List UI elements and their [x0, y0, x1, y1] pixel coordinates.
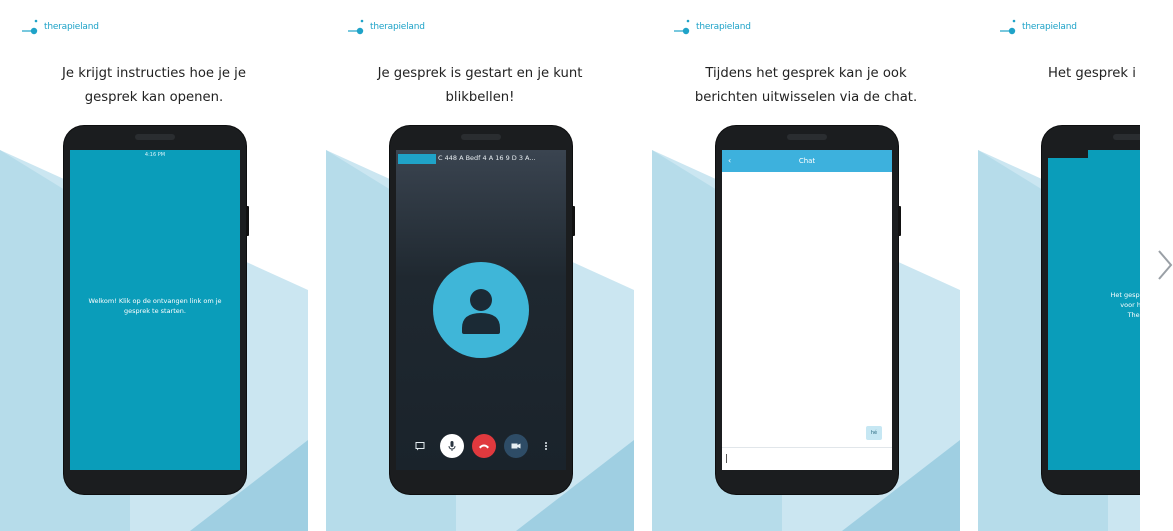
logo-text: therapieland	[370, 22, 425, 32]
screenshot-carousel: therapieland Je krijgt instructies hoe j…	[0, 0, 1140, 531]
call-top-bar: C 448 A Bedf 4 A 16 9 D 3 A...	[396, 150, 566, 172]
message-line-3: Therap	[1127, 311, 1140, 319]
user-silhouette-icon	[462, 289, 500, 334]
screenshot-card-4[interactable]: therapieland Het gesprek i Het gesprek i…	[978, 0, 1140, 531]
phone-screen-ended: Het gesprek is be voor het ge Therap	[1048, 150, 1140, 470]
caller-avatar	[433, 262, 529, 358]
phone-mockup: ‹ Chat hé	[716, 126, 901, 494]
card-caption: Tijdens het gesprek kan je ook berichten…	[652, 62, 960, 110]
text-caret	[726, 454, 727, 463]
phone-screen-welcome: 4:16 PM Welkom! Klik op de ontvangen lin…	[70, 150, 240, 470]
call-room-id: C 448 A Bedf 4 A 16 9 D 3 A...	[438, 154, 536, 162]
phone-screen-chat: ‹ Chat hé	[722, 150, 892, 470]
welcome-message: Welkom! Klik op de ontvangen link om je …	[88, 297, 222, 315]
screenshot-card-3[interactable]: therapieland Tijdens het gesprek kan je …	[652, 0, 960, 531]
caption-line-2: gesprek kan openen.	[84, 90, 224, 105]
logo-text: therapieland	[696, 22, 751, 32]
next-screenshot-button[interactable]	[1156, 248, 1173, 282]
therapieland-logo: therapieland	[1000, 14, 1077, 40]
hangup-button[interactable]	[472, 434, 496, 458]
camera-icon	[511, 443, 521, 449]
microphone-icon	[448, 441, 456, 451]
chat-header: ‹ Chat	[722, 150, 892, 172]
hangup-icon	[479, 444, 489, 449]
phone-side-button	[898, 206, 901, 236]
logo-text: therapieland	[44, 22, 99, 32]
caption-line-1: Het gesprek i	[1048, 66, 1136, 81]
phone-mockup: Het gesprek is be voor het ge Therap	[1042, 126, 1140, 494]
logo-mark-icon	[674, 19, 690, 35]
message-line-2: voor het ge	[1120, 301, 1140, 309]
logo-mark-icon	[348, 19, 364, 35]
caption-line-2: berichten uitwisselen via de chat.	[694, 90, 918, 105]
microphone-button[interactable]	[440, 434, 464, 458]
therapieland-logo: therapieland	[348, 14, 425, 40]
caption-line-1: Je gesprek is gestart en je kunt	[377, 66, 583, 81]
phone-mockup: 4:16 PM Welkom! Klik op de ontvangen lin…	[64, 126, 249, 494]
status-bar-dark	[1048, 150, 1088, 158]
screenshot-card-1[interactable]: therapieland Je krijgt instructies hoe j…	[0, 0, 308, 531]
logo-mark-icon	[22, 19, 38, 35]
chat-icon	[415, 442, 425, 451]
call-ended-message: Het gesprek is be voor het ge Therap	[1054, 290, 1140, 320]
message-line-1: Het gesprek is be	[1110, 291, 1140, 299]
more-icon	[545, 442, 547, 450]
phone-side-button	[572, 206, 575, 236]
caption-line-2: blikbellen!	[445, 90, 515, 105]
therapieland-logo: therapieland	[674, 14, 751, 40]
phone-speaker	[461, 134, 501, 140]
card-caption: Je krijgt instructies hoe je je gesprek …	[0, 62, 308, 110]
status-bar-time: 4:16 PM	[144, 152, 166, 158]
phone-side-button	[246, 206, 249, 236]
caption-line-1: Je krijgt instructies hoe je je	[62, 66, 246, 81]
chat-message-input[interactable]	[722, 447, 892, 470]
chat-title: Chat	[798, 157, 816, 165]
phone-speaker	[787, 134, 827, 140]
chevron-right-icon	[1158, 250, 1173, 280]
phone-mockup: C 448 A Bedf 4 A 16 9 D 3 A...	[390, 126, 575, 494]
chat-message-bubble: hé	[866, 426, 882, 440]
camera-button[interactable]	[504, 434, 528, 458]
call-brand-badge	[398, 154, 436, 164]
logo-text: therapieland	[1022, 22, 1077, 32]
more-options-button[interactable]	[534, 434, 558, 458]
card-caption: Het gesprek i	[1048, 62, 1140, 86]
phone-speaker	[135, 134, 175, 140]
therapieland-logo: therapieland	[22, 14, 99, 40]
logo-mark-icon	[1000, 19, 1016, 35]
phone-screen-call: C 448 A Bedf 4 A 16 9 D 3 A...	[396, 150, 566, 470]
call-controls	[396, 432, 566, 460]
caption-line-1: Tijdens het gesprek kan je ook	[705, 66, 907, 81]
phone-speaker	[1113, 134, 1140, 140]
screenshot-card-2[interactable]: therapieland Je gesprek is gestart en je…	[326, 0, 634, 531]
card-caption: Je gesprek is gestart en je kunt blikbel…	[326, 62, 634, 110]
chat-button[interactable]	[408, 434, 432, 458]
